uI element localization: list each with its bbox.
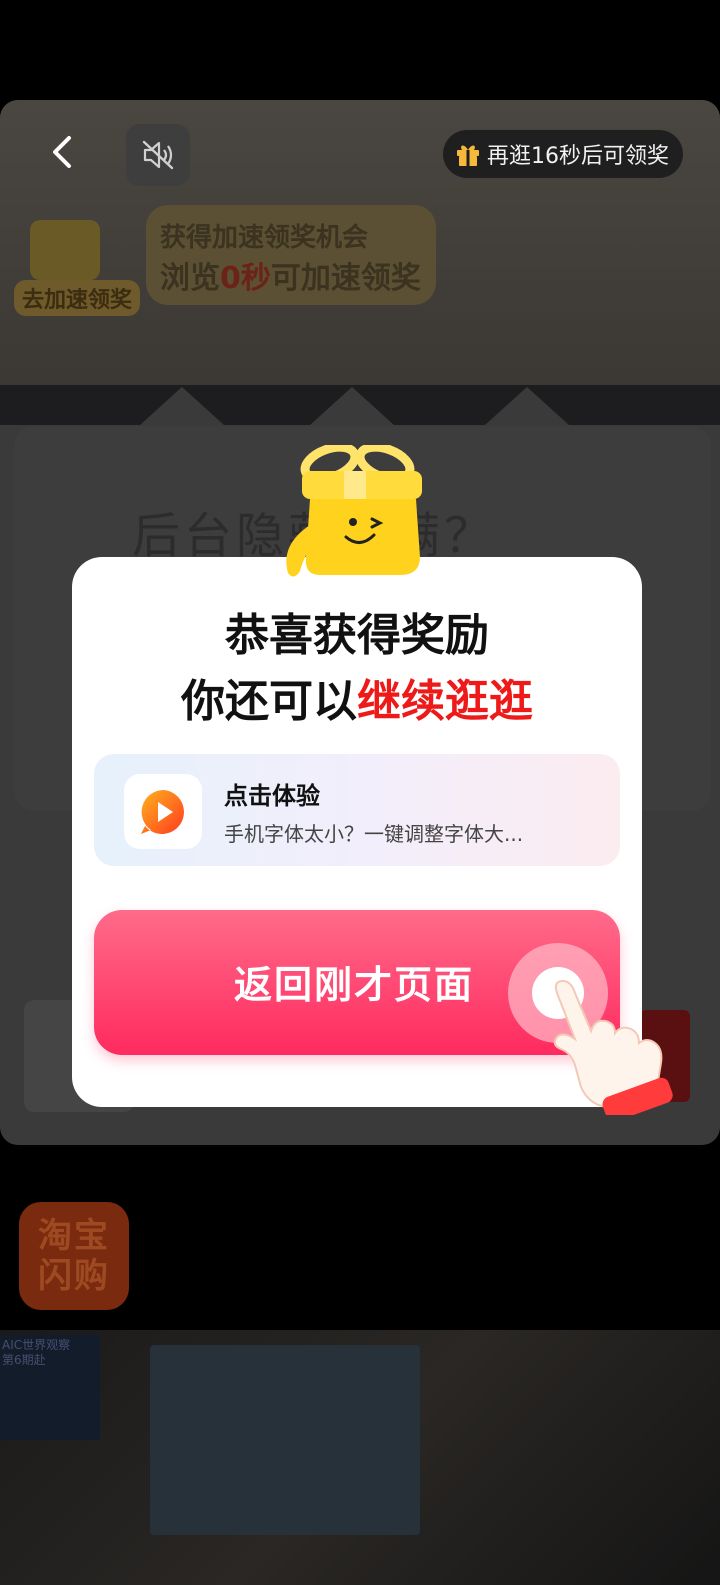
accelerate-line2: 浏览0秒可加速领奖: [160, 253, 421, 297]
dialog-title-line1: 恭喜获得奖励: [225, 610, 489, 661]
shop-logo-line2: 闪购: [38, 1256, 110, 1296]
back-button[interactable]: [38, 128, 86, 176]
mascot-gift-icon: [286, 445, 422, 577]
shop-logo-line1: 淘宝: [38, 1216, 110, 1256]
mute-icon: [142, 140, 174, 170]
back-arrow-icon: [53, 136, 71, 168]
accelerate-suffix: 可加速领奖: [270, 261, 421, 296]
gift-icon: [457, 145, 479, 166]
shop-logo[interactable]: 淘宝 闪购: [19, 1202, 129, 1310]
decor-triangle: [485, 387, 569, 425]
mute-button[interactable]: [126, 124, 190, 186]
app-icon: [124, 774, 202, 849]
accelerate-card[interactable]: 获得加速领奖机会 浏览0秒可加速领奖: [146, 205, 436, 305]
dialog-title-line2: 你还可以继续逛逛: [72, 665, 642, 729]
decor-strip: [0, 385, 720, 425]
promo-card[interactable]: 点击体验 手机字体太小？一键调整字体大...: [94, 754, 620, 866]
video-poster-text: AIC世界观察 第6期赴: [2, 1338, 71, 1367]
accelerate-badge[interactable]: 去加速领奖: [14, 280, 141, 316]
accelerate-seconds: 0秒: [220, 261, 271, 296]
accelerate-prefix: 浏览: [160, 261, 220, 296]
reward-countdown-pill: 再逛16秒后可领奖: [443, 130, 683, 178]
pointing-hand-icon: [553, 979, 673, 1115]
dialog-title-highlight: 继续逛逛: [357, 676, 533, 727]
reward-countdown-text: 再逛16秒后可领奖: [487, 144, 669, 169]
app-play-icon: [141, 789, 184, 834]
accelerate-gift-icon: [30, 220, 100, 280]
dialog-title-prefix: 你还可以: [181, 676, 357, 727]
decor-triangle: [140, 387, 224, 425]
accelerate-line1: 获得加速领奖机会: [160, 223, 369, 253]
promo-title: 点击体验: [224, 782, 320, 810]
decor-triangle: [310, 387, 394, 425]
promo-description: 手机字体太小？一键调整字体大...: [224, 822, 524, 846]
video-screen: [150, 1345, 420, 1535]
